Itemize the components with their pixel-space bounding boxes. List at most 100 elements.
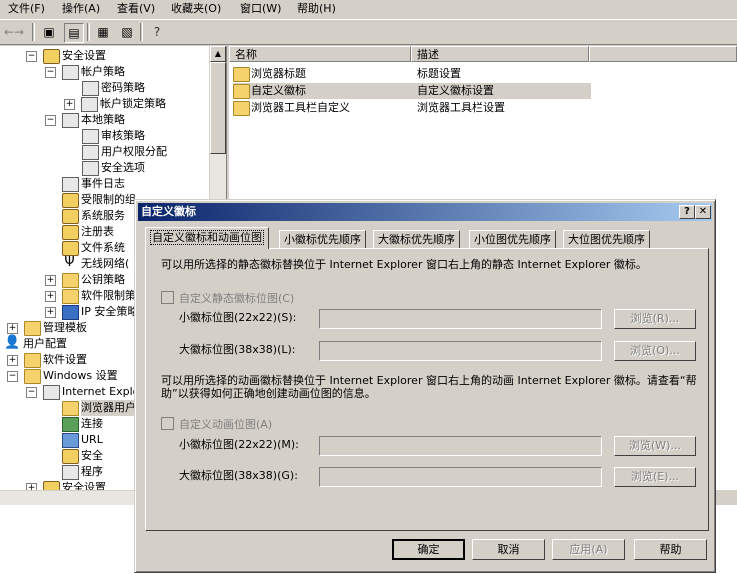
policy-icon bbox=[82, 81, 99, 96]
tree-label: 浏览器用户 bbox=[81, 400, 136, 416]
policy-folder-icon bbox=[62, 65, 79, 80]
tab-custom-logo-animated[interactable]: 自定义徽标和动画位图 bbox=[145, 227, 269, 249]
collapse-icon[interactable]: − bbox=[26, 51, 37, 62]
tree-label: URL bbox=[81, 433, 103, 446]
small-bitmap-path-input[interactable] bbox=[319, 436, 602, 456]
up-folder-icon[interactable]: ▣ bbox=[40, 23, 58, 41]
list-item[interactable]: 浏览器标题 标题设置 bbox=[233, 66, 591, 82]
menu-favorites[interactable]: 收藏夹(O) bbox=[171, 1, 221, 17]
expand-icon[interactable]: + bbox=[64, 99, 75, 110]
browse-large-logo-button[interactable]: 浏览(O)... bbox=[614, 341, 696, 361]
tree-label: 密码策略 bbox=[101, 81, 145, 94]
checkbox-box[interactable] bbox=[161, 291, 174, 304]
url-icon bbox=[62, 433, 79, 448]
folder-icon bbox=[24, 321, 41, 336]
collapse-icon[interactable]: − bbox=[7, 371, 18, 382]
item-description: 标题设置 bbox=[417, 67, 461, 80]
list-item[interactable]: 自定义徽标 自定义徽标设置 bbox=[233, 83, 591, 99]
folder-icon bbox=[62, 289, 79, 304]
menu-bar: 文件(F) 操作(A) 查看(V) 收藏夹(O) 窗口(W) 帮助(H) bbox=[0, 0, 737, 18]
help-icon[interactable]: ? bbox=[148, 23, 166, 41]
collapse-icon[interactable]: − bbox=[45, 115, 56, 126]
folder-icon bbox=[233, 84, 250, 99]
policy-icon bbox=[81, 97, 98, 112]
menu-window[interactable]: 窗口(W) bbox=[240, 1, 281, 17]
tree-label: 审核策略 bbox=[101, 129, 145, 142]
forward-icon[interactable]: → bbox=[10, 23, 28, 41]
column-header-description[interactable]: 描述 bbox=[411, 46, 589, 62]
export-list-icon[interactable]: ▧ bbox=[118, 23, 136, 41]
tab-small-bitmap-order[interactable]: 小位图优先顺序 bbox=[469, 230, 556, 249]
tree-label: 用户配置 bbox=[23, 337, 67, 350]
folder-icon bbox=[233, 101, 250, 116]
apply-button[interactable]: 应用(A) bbox=[552, 539, 625, 560]
folder-icon bbox=[24, 369, 41, 384]
toolbar-separator bbox=[140, 23, 143, 41]
properties-icon[interactable]: ▦ bbox=[94, 23, 112, 41]
policy-icon bbox=[82, 145, 99, 160]
large-bitmap-path-input[interactable] bbox=[319, 467, 602, 487]
lock-icon bbox=[62, 449, 79, 464]
checkbox-box[interactable] bbox=[161, 417, 174, 430]
expand-icon[interactable]: + bbox=[26, 483, 37, 490]
folder-icon bbox=[233, 67, 250, 82]
scroll-thumb[interactable] bbox=[210, 62, 226, 154]
antenna-icon: Ψ bbox=[64, 255, 75, 270]
security-icon bbox=[43, 49, 60, 64]
animated-bitmap-checkbox[interactable]: 自定义动画位图(A) bbox=[161, 417, 272, 431]
toolbar: ← → ▣ ▤ ▦ ▧ ? bbox=[0, 19, 737, 45]
close-icon[interactable]: ✕ bbox=[695, 205, 711, 219]
expand-icon[interactable]: + bbox=[7, 323, 18, 334]
large-logo-path-input[interactable] bbox=[319, 341, 602, 361]
tree-label: 本地策略 bbox=[81, 113, 125, 126]
large-logo-label: 大徽标位图(38x38)(L): bbox=[179, 343, 296, 356]
item-name: 浏览器标题 bbox=[251, 67, 306, 80]
expand-icon[interactable]: + bbox=[45, 275, 56, 286]
tab-large-logo-order[interactable]: 大徽标优先顺序 bbox=[373, 230, 460, 249]
lock-folder-icon bbox=[62, 209, 79, 224]
expand-icon[interactable]: + bbox=[45, 307, 56, 318]
menu-action[interactable]: 操作(A) bbox=[62, 1, 100, 17]
scroll-up-icon[interactable]: ▲ bbox=[210, 46, 226, 62]
cancel-button[interactable]: 取消 bbox=[472, 539, 545, 560]
collapse-icon[interactable]: − bbox=[45, 67, 56, 78]
custom-logo-dialog: 自定义徽标 ? ✕ 自定义徽标和动画位图 小徽标优先顺序 大徽标优先顺序 小位图… bbox=[134, 199, 716, 573]
browse-large-bitmap-button[interactable]: 浏览(E)... bbox=[614, 467, 696, 487]
help-icon[interactable]: ? bbox=[679, 205, 695, 219]
tree-label: 文件系统 bbox=[81, 241, 125, 254]
tree-label: 事件日志 bbox=[81, 177, 125, 190]
tree-label: 帐户锁定策略 bbox=[100, 97, 166, 110]
column-header-empty bbox=[589, 46, 737, 62]
tree-label: 帐户策略 bbox=[81, 65, 125, 78]
ok-button[interactable]: 确定 bbox=[392, 539, 465, 560]
tree-label: 安全设置 bbox=[62, 49, 106, 62]
collapse-icon[interactable]: − bbox=[26, 387, 37, 398]
tab-small-logo-order[interactable]: 小徽标优先顺序 bbox=[279, 230, 366, 249]
menu-file[interactable]: 文件(F) bbox=[8, 1, 45, 17]
small-logo-path-input[interactable] bbox=[319, 309, 602, 329]
item-description: 浏览器工具栏设置 bbox=[417, 101, 505, 114]
security-icon bbox=[43, 481, 60, 490]
help-button[interactable]: 帮助 bbox=[634, 539, 707, 560]
tab-label: 自定义徽标和动画位图 bbox=[150, 230, 264, 245]
lock-folder-icon bbox=[62, 225, 79, 240]
tree-label: 连接 bbox=[81, 417, 103, 430]
tab-large-bitmap-order[interactable]: 大位图优先顺序 bbox=[563, 230, 650, 249]
show-tree-icon[interactable]: ▤ bbox=[64, 23, 84, 43]
menu-help[interactable]: 帮助(H) bbox=[297, 1, 336, 17]
program-icon bbox=[62, 465, 79, 480]
network-icon bbox=[62, 305, 79, 320]
static-logo-checkbox[interactable]: 自定义静态徽标位图(C) bbox=[161, 291, 294, 305]
browse-small-logo-button[interactable]: 浏览(R)... bbox=[614, 309, 696, 329]
expand-icon[interactable]: + bbox=[7, 355, 18, 366]
menu-view[interactable]: 查看(V) bbox=[117, 1, 155, 17]
dialog-title-bar[interactable]: 自定义徽标 ? ✕ bbox=[138, 203, 712, 221]
column-header-name[interactable]: 名称 bbox=[229, 46, 411, 62]
item-name: 浏览器工具栏自定义 bbox=[251, 101, 350, 114]
connection-icon bbox=[62, 417, 79, 432]
tree-label: 软件设置 bbox=[43, 353, 87, 366]
browse-small-bitmap-button[interactable]: 浏览(W)... bbox=[614, 436, 696, 456]
tree-label: 注册表 bbox=[81, 225, 114, 238]
list-item[interactable]: 浏览器工具栏自定义 浏览器工具栏设置 bbox=[233, 100, 591, 116]
expand-icon[interactable]: + bbox=[45, 291, 56, 302]
